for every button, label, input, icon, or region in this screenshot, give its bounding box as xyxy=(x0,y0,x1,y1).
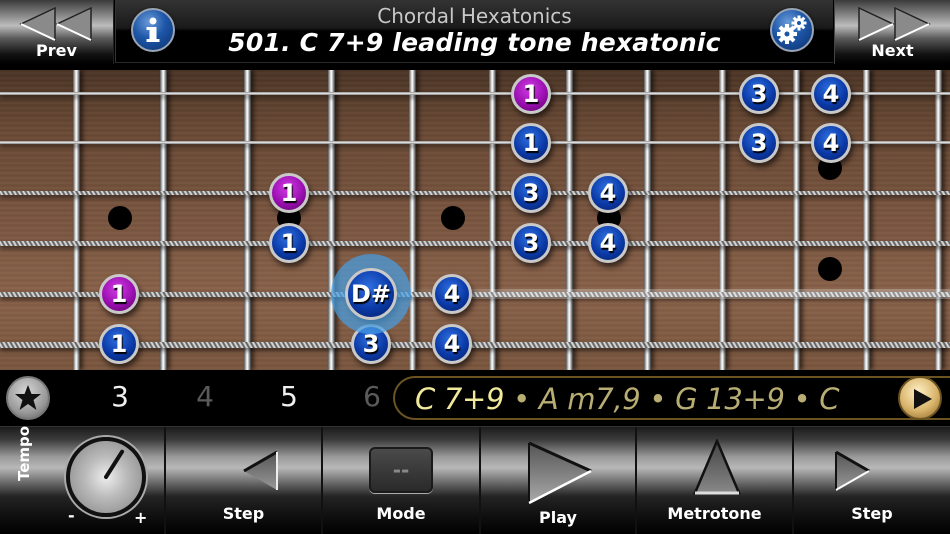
playhead-highlight xyxy=(410,289,950,299)
guitar-string-3 xyxy=(0,191,950,195)
note-marker[interactable]: 1 xyxy=(511,74,551,114)
fret-wire xyxy=(160,70,167,370)
metrotone-button[interactable]: Metrotone xyxy=(637,427,792,534)
fret-wire xyxy=(793,70,800,370)
fret-wire xyxy=(409,70,416,370)
fret-wire xyxy=(719,70,726,370)
guitar-string-6 xyxy=(0,342,950,348)
title-panel: Chordal Hexatonics 501. C 7+9 leading to… xyxy=(115,0,833,63)
note-marker[interactable]: 3 xyxy=(351,324,391,364)
step-forward-icon xyxy=(835,450,870,491)
step-back-icon xyxy=(243,450,278,490)
play-icon xyxy=(528,441,592,505)
tempo-knob[interactable] xyxy=(66,437,146,517)
page-title: 501. C 7+9 leading tone hexatonic xyxy=(228,28,721,57)
play-label: Play xyxy=(539,508,577,527)
note-marker[interactable]: 4 xyxy=(588,173,628,213)
gear-icon xyxy=(777,15,807,44)
guitar-string-2 xyxy=(0,141,950,144)
note-marker[interactable]: 4 xyxy=(811,74,851,114)
chord-progression: C 7+9 • A m7,9 • G 13+9 • C xyxy=(415,382,840,416)
step-back-label: Step xyxy=(222,504,265,523)
note-marker[interactable]: 4 xyxy=(432,324,472,364)
fret-wire xyxy=(935,70,942,370)
fret-wire xyxy=(489,70,496,370)
fret-wire xyxy=(328,70,335,370)
favorite-button[interactable] xyxy=(6,376,50,420)
note-marker[interactable]: 3 xyxy=(739,74,779,114)
rewind-icon xyxy=(18,6,92,42)
metrotone-label: Metrotone xyxy=(667,504,762,523)
note-marker[interactable]: 1 xyxy=(269,173,309,213)
fret-inlay-marker xyxy=(818,257,842,281)
play-icon xyxy=(914,389,932,409)
step-forward-label: Step xyxy=(851,504,893,523)
mode-label: Mode xyxy=(376,504,426,523)
metronome-icon xyxy=(693,439,741,495)
star-icon xyxy=(15,385,41,410)
info-icon xyxy=(146,17,160,42)
current-chord: C 7+9 xyxy=(415,382,505,416)
play-button[interactable]: Play xyxy=(481,427,635,534)
prev-label: Prev xyxy=(36,41,77,60)
position-4[interactable]: 4 xyxy=(185,380,225,413)
position-strip: 3 4 5 6 C 7+9 • A m7,9 • G 13+9 • C xyxy=(0,370,950,426)
guitar-string-4 xyxy=(0,241,950,246)
step-back-button[interactable]: Step xyxy=(166,427,321,534)
tempo-label: Tempo xyxy=(15,425,33,481)
info-button[interactable] xyxy=(131,8,175,52)
settings-button[interactable] xyxy=(770,8,814,52)
note-marker[interactable]: 1 xyxy=(511,123,551,163)
active-note-marker[interactable]: D# xyxy=(345,268,397,320)
position-6[interactable]: 6 xyxy=(352,380,392,413)
note-marker[interactable]: 4 xyxy=(588,223,628,263)
knob-indicator xyxy=(104,449,125,479)
chord-progression-bar[interactable]: C 7+9 • A m7,9 • G 13+9 • C xyxy=(393,376,950,420)
note-marker[interactable]: 1 xyxy=(99,274,139,314)
fret-inlay-marker xyxy=(108,206,132,230)
prev-button[interactable]: Prev xyxy=(0,0,114,64)
page-subtitle: Chordal Hexatonics xyxy=(377,4,572,28)
guitar-string-1 xyxy=(0,92,950,95)
tempo-minus[interactable]: - xyxy=(68,506,75,525)
mode-button[interactable]: -- Mode xyxy=(323,427,479,534)
step-forward-button[interactable]: Step xyxy=(794,427,950,534)
next-label: Next xyxy=(871,41,914,60)
fret-wire xyxy=(566,70,573,370)
position-5[interactable]: 5 xyxy=(269,380,309,413)
chord-play-button[interactable] xyxy=(898,376,942,420)
tempo-plus[interactable]: + xyxy=(134,508,147,527)
note-marker[interactable]: 3 xyxy=(511,173,551,213)
fret-wire xyxy=(73,70,80,370)
position-3[interactable]: 3 xyxy=(100,380,140,413)
fast-forward-icon xyxy=(857,6,931,42)
header: Prev Chordal Hexatonics 501. C 7+9 leadi… xyxy=(0,0,950,70)
fret-inlay-marker xyxy=(441,206,465,230)
next-button[interactable]: Next xyxy=(834,0,950,64)
mode-display: -- xyxy=(369,447,433,493)
fret-wire xyxy=(863,70,870,370)
note-marker[interactable]: 1 xyxy=(99,324,139,364)
fret-wire xyxy=(244,70,251,370)
fretboard[interactable]: 1 3 4 1 3 4 1 3 4 1 3 4 1 D# 4 1 3 4 xyxy=(0,70,950,370)
note-marker[interactable]: 3 xyxy=(511,223,551,263)
upcoming-chords: • A m7,9 • G 13+9 • C xyxy=(504,382,840,416)
note-marker[interactable]: 4 xyxy=(432,274,472,314)
note-marker[interactable]: 3 xyxy=(739,123,779,163)
fret-wire xyxy=(644,70,651,370)
note-marker[interactable]: 1 xyxy=(269,223,309,263)
note-marker[interactable]: 4 xyxy=(811,123,851,163)
